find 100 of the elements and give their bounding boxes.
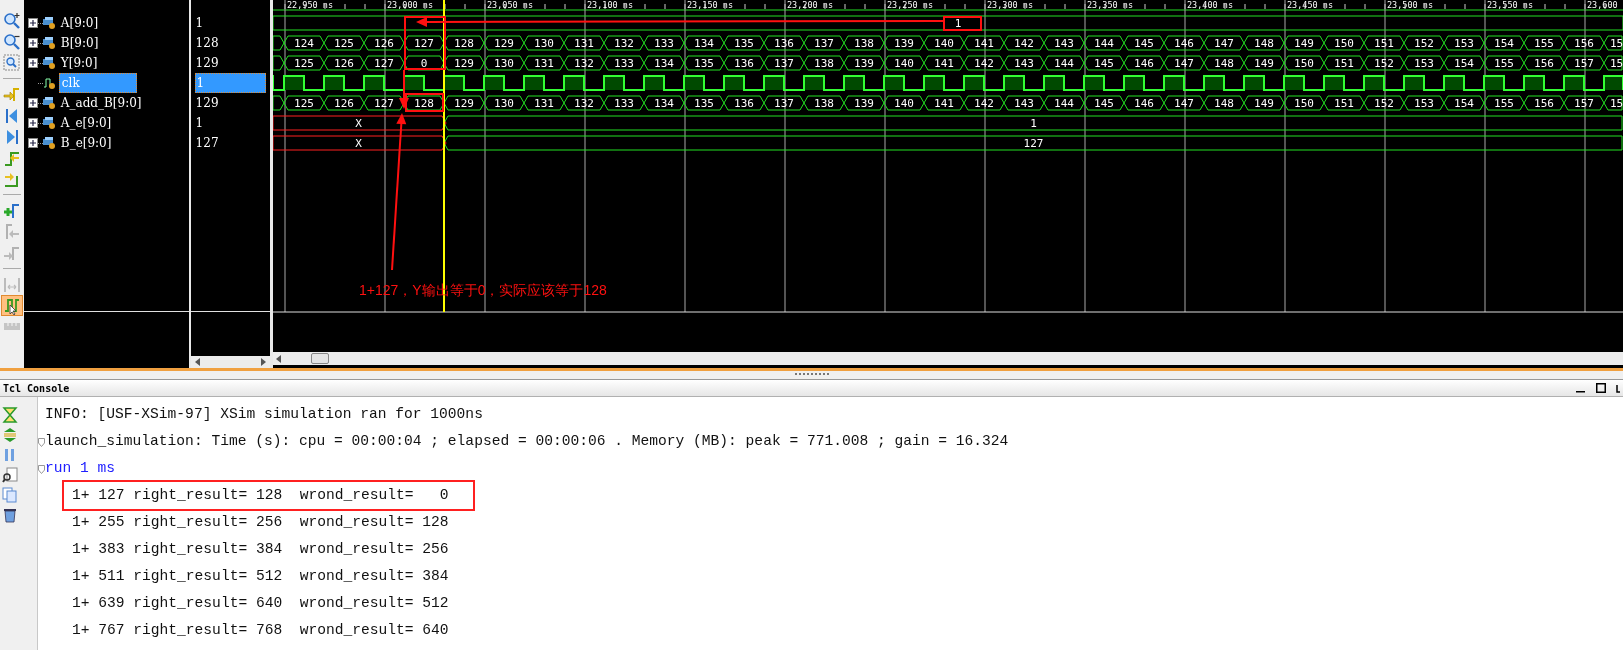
signal-value[interactable]: 128 (194, 34, 220, 52)
expand-icon[interactable] (27, 58, 38, 68)
console-line: 1+ 255 right_result= 256 wrond_result= 128 (72, 512, 449, 532)
expand-collapse-icon[interactable] (2, 427, 18, 443)
fold-icon[interactable] (38, 438, 45, 447)
add-marker-icon (2, 201, 21, 220)
bus-icon (42, 37, 55, 49)
bus-segment: 156 (1523, 95, 1565, 111)
signal-name[interactable]: B[9:0] (58, 34, 101, 52)
bus-icon (42, 137, 55, 149)
bus-segment: 15 (1603, 55, 1623, 71)
bus-segment: 15 (1603, 95, 1623, 111)
tool-button[interactable] (0, 52, 23, 73)
bus-segment: 142 (963, 55, 1005, 71)
arrow (399, 69, 409, 109)
bus-segment: 136 (723, 55, 765, 71)
splitter-grip-icon[interactable] (794, 373, 829, 377)
scroll-left-icon[interactable] (194, 358, 200, 366)
zoom-in-icon (2, 11, 21, 30)
bus-segment: 144 (1043, 55, 1085, 71)
bus-segment: 130 (483, 95, 525, 111)
signal-value[interactable]: 127 (194, 134, 220, 152)
trash-icon[interactable] (2, 507, 18, 523)
console-line: 1+ 127 right_result= 128 wrond_result= 0 (64, 481, 473, 510)
restore-icon[interactable] (1616, 383, 1620, 393)
scroll-right-icon[interactable] (261, 358, 267, 366)
bus-segment: 155 (1523, 35, 1565, 51)
step-arrow-icon (2, 85, 21, 104)
bus-segment: 132 (563, 55, 605, 71)
bus-segment: 151 (1323, 95, 1365, 111)
bus-segment: 135 (683, 55, 725, 71)
bus-segment: 148 (1203, 95, 1245, 111)
signal-value[interactable]: 1 (194, 114, 205, 132)
bus-segment: 144 (1083, 35, 1125, 51)
signal-value[interactable]: 129 (194, 54, 220, 72)
bus-segment: 153 (1403, 95, 1445, 111)
cursor-line[interactable] (443, 0, 445, 313)
scrollbar-thumb[interactable] (311, 353, 329, 364)
fold-icon[interactable] (38, 465, 45, 474)
bus-segment: 127 (363, 95, 405, 111)
bus-segment: 127 (403, 35, 445, 51)
time-label: 23,200 ns (787, 0, 834, 10)
bus-segment: 149 (1243, 55, 1285, 71)
bus-segment: 132 (603, 35, 645, 51)
signal-name[interactable]: A_add_B[9:0] (58, 94, 144, 112)
scroll-lock-icon[interactable] (2, 407, 18, 423)
expand-icon[interactable] (27, 38, 38, 48)
bus-segment: 133 (603, 55, 645, 71)
bus-segment: 125 (283, 95, 325, 111)
signal-name[interactable]: Y[9:0] (58, 54, 100, 72)
bus-icon (42, 117, 55, 129)
signal-value[interactable]: 129 (194, 94, 220, 112)
bus-segment: 125 (283, 55, 325, 71)
bus-segment: 124 (283, 35, 325, 51)
bus-segment: 148 (1243, 35, 1285, 51)
bus-segment: 153 (1403, 55, 1445, 71)
bus-segment: 139 (883, 35, 925, 51)
bus-segment: 133 (643, 35, 685, 51)
bus-segment: 128 (443, 35, 485, 51)
bus-segment: 145 (1123, 35, 1165, 51)
time-label: 23,400 ns (1187, 0, 1234, 10)
bus-segment: 140 (883, 55, 925, 71)
maximize-icon[interactable] (1596, 383, 1606, 393)
bus-segment: 140 (883, 95, 925, 111)
signal-value[interactable]: 1 (194, 14, 205, 32)
console-line: run 1 ms (45, 458, 116, 478)
time-label: 23,600 (1587, 0, 1618, 10)
bus-segment: 146 (1123, 55, 1165, 71)
bus-segment: 150 (1283, 95, 1325, 111)
tool-button[interactable] (0, 295, 23, 316)
bus-segment: 135 (683, 95, 725, 111)
bus-segment: 152 (1363, 55, 1405, 71)
signal-icon (42, 77, 55, 89)
bus-segment: 136 (723, 95, 765, 111)
bus-segment: 141 (963, 35, 1005, 51)
signal-name[interactable]: A[9:0] (58, 14, 101, 32)
bus-segment: 149 (1243, 95, 1285, 111)
bus-segment: 142 (1003, 35, 1045, 51)
expand-icon[interactable] (27, 98, 38, 108)
expand-icon[interactable] (27, 138, 38, 148)
bus-segment: 156 (1523, 55, 1565, 71)
bus-segment: 137 (763, 55, 805, 71)
scrollbar[interactable] (273, 352, 1623, 365)
bus-segment: 146 (1123, 95, 1165, 111)
signal-name[interactable]: A_e[9:0] (58, 114, 114, 132)
bus-segment: 157 (1563, 95, 1605, 111)
expand-icon[interactable] (27, 18, 38, 28)
signal-name[interactable]: B_e[9:0] (58, 134, 114, 152)
unknown-segment: X (273, 135, 447, 151)
bus-segment: 140 (923, 35, 965, 51)
bus-segment: 145 (1083, 95, 1125, 111)
scroll-left-icon[interactable] (276, 354, 281, 363)
scrollbar[interactable] (190, 356, 271, 368)
expand-icon[interactable] (27, 118, 38, 128)
bus-segment: 148 (1203, 55, 1245, 71)
bus-segment: 133 (603, 95, 645, 111)
find-icon[interactable] (2, 467, 18, 483)
bus-segment: 1 (443, 115, 1623, 131)
bus-segment: 153 (1443, 35, 1485, 51)
console-line: launch_simulation: Time (s): cpu = 00:00:04 ; elapsed = 00:00:06 . Memory (MB): peak = 771.008 ; gain = 16.324 (45, 431, 1009, 451)
